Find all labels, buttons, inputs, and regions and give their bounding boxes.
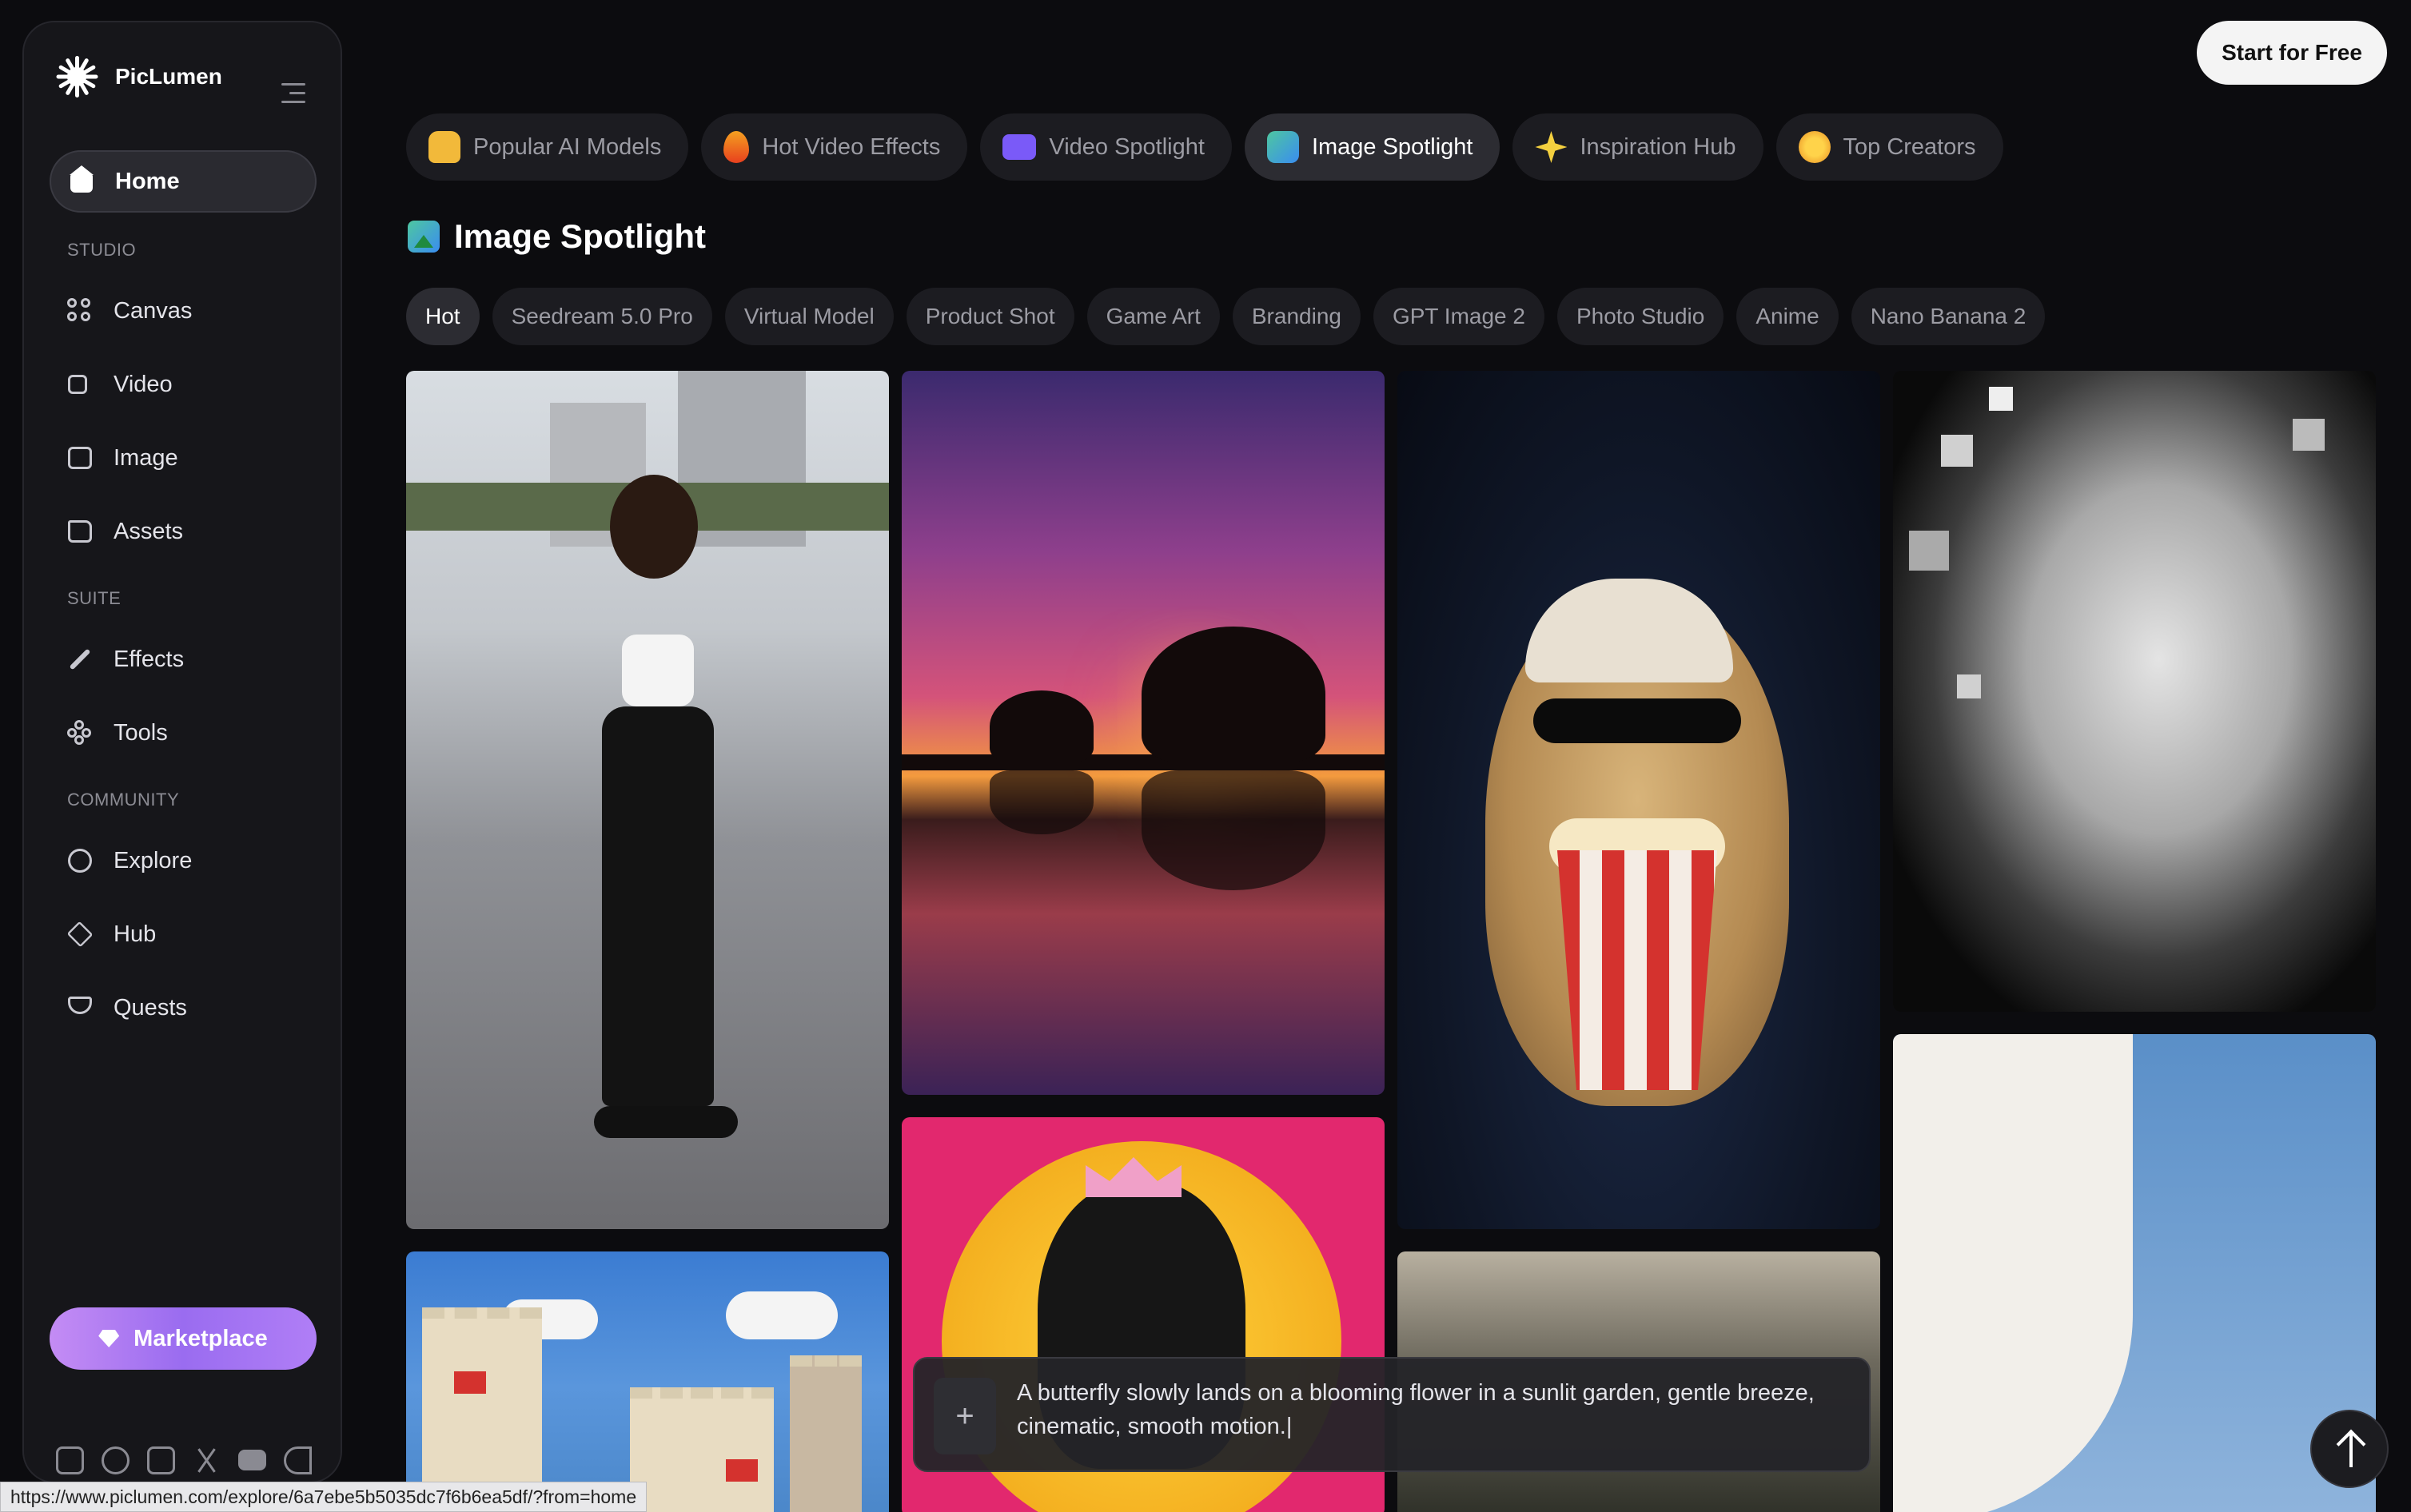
filter-nano-banana-2[interactable]: Nano Banana 2 bbox=[1851, 288, 2046, 345]
app-name: PicLumen bbox=[115, 64, 222, 89]
sidebar-item-home[interactable]: Home bbox=[50, 150, 317, 213]
sidebar-item-label: Video bbox=[114, 371, 173, 397]
x-icon[interactable] bbox=[193, 1446, 221, 1474]
picture-icon bbox=[1266, 131, 1299, 163]
section-label-community: COMMUNITY bbox=[67, 790, 180, 810]
effects-icon bbox=[67, 647, 93, 672]
gallery-image-elephants[interactable] bbox=[902, 371, 1385, 1095]
page-title: Image Spotlight bbox=[454, 217, 706, 255]
sidebar-item-label: Tools bbox=[114, 719, 168, 746]
tab-label: Top Creators bbox=[1843, 133, 1976, 160]
marketplace-label: Marketplace bbox=[134, 1325, 268, 1351]
gallery-image-architecture[interactable] bbox=[1893, 1034, 2376, 1512]
filter-product-shot[interactable]: Product Shot bbox=[906, 288, 1074, 345]
status-bar-url: https://www.piclumen.com/explore/6a7ebe5… bbox=[0, 1482, 648, 1512]
video-icon bbox=[67, 372, 93, 397]
gallery-image-skater[interactable] bbox=[406, 371, 889, 1229]
start-for-free-button[interactable]: Start for Free bbox=[2197, 21, 2387, 85]
prompt-bar: + A butterfly slowly lands on a blooming… bbox=[913, 1357, 1871, 1472]
video-camera-icon bbox=[1002, 134, 1037, 160]
filter-virtual-model[interactable]: Virtual Model bbox=[724, 288, 894, 345]
section-label-suite: SUITE bbox=[67, 588, 122, 608]
piclumen-logo-icon bbox=[54, 54, 99, 99]
sidebar-item-label: Home bbox=[115, 168, 180, 194]
sidebar-item-assets[interactable]: Assets bbox=[50, 500, 317, 563]
image-icon bbox=[67, 445, 93, 471]
picture-icon bbox=[408, 221, 440, 253]
add-attachment-button[interactable]: + bbox=[934, 1378, 996, 1454]
filter-game-art[interactable]: Game Art bbox=[1086, 288, 1220, 345]
scroll-to-top-button[interactable] bbox=[2310, 1410, 2389, 1488]
home-icon bbox=[69, 165, 94, 194]
gallery-image-felt-castle[interactable] bbox=[406, 1251, 889, 1512]
tab-top-creators[interactable]: Top Creators bbox=[1775, 113, 2003, 181]
social-links bbox=[56, 1446, 312, 1474]
sidebar-item-label: Assets bbox=[114, 518, 184, 544]
section-heading: Image Spotlight bbox=[408, 217, 706, 256]
sidebar-item-quests[interactable]: Quests bbox=[50, 977, 317, 1039]
tools-icon bbox=[67, 720, 93, 746]
filter-branding[interactable]: Branding bbox=[1232, 288, 1361, 345]
filter-chips: Hot Seedream 5.0 Pro Virtual Model Produ… bbox=[406, 288, 2046, 345]
sidebar-item-label: Hub bbox=[114, 921, 157, 947]
sidebar-item-canvas[interactable]: Canvas bbox=[50, 280, 317, 342]
gallery-image-popcorn-cat[interactable] bbox=[1397, 371, 1880, 1229]
sidebar-item-image[interactable]: Image bbox=[50, 427, 317, 489]
graduation-cap-icon bbox=[66, 921, 94, 948]
sidebar-item-tools[interactable]: Tools bbox=[50, 702, 317, 764]
marketplace-button[interactable]: Marketplace bbox=[50, 1307, 317, 1370]
sidebar-item-label: Quests bbox=[114, 994, 187, 1021]
discord-icon[interactable] bbox=[56, 1446, 84, 1474]
sidebar-item-label: Explore bbox=[114, 847, 193, 873]
sidebar: PicLumen Home STUDIO Canvas Video Image … bbox=[22, 21, 342, 1483]
tab-label: Image Spotlight bbox=[1311, 133, 1473, 160]
section-label-studio: STUDIO bbox=[67, 240, 137, 260]
diamond-icon bbox=[98, 1330, 120, 1347]
tab-label: Popular AI Models bbox=[473, 133, 662, 160]
sidebar-item-effects[interactable]: Effects bbox=[50, 628, 317, 690]
tab-label: Video Spotlight bbox=[1049, 133, 1205, 160]
logo[interactable]: PicLumen bbox=[54, 54, 222, 99]
sidebar-item-label: Image bbox=[114, 444, 178, 471]
tiktok-icon[interactable] bbox=[284, 1446, 312, 1474]
filter-hot[interactable]: Hot bbox=[406, 288, 480, 345]
sidebar-item-hub[interactable]: Hub bbox=[50, 903, 317, 965]
tab-popular-ai-models[interactable]: Popular AI Models bbox=[406, 113, 689, 181]
filter-anime[interactable]: Anime bbox=[1736, 288, 1839, 345]
tab-label: Hot Video Effects bbox=[762, 133, 941, 160]
tab-image-spotlight[interactable]: Image Spotlight bbox=[1244, 113, 1500, 181]
filter-gpt-image-2[interactable]: GPT Image 2 bbox=[1373, 288, 1544, 345]
youtube-icon[interactable] bbox=[238, 1450, 266, 1470]
canvas-icon bbox=[67, 298, 93, 324]
sparkles-icon bbox=[1535, 131, 1568, 163]
sidebar-item-video[interactable]: Video bbox=[50, 353, 317, 416]
robot-icon bbox=[428, 131, 460, 163]
compass-icon bbox=[67, 848, 93, 873]
tab-inspiration-hub[interactable]: Inspiration Hub bbox=[1512, 113, 1763, 181]
category-tabs: Popular AI Models Hot Video Effects Vide… bbox=[406, 113, 2003, 181]
instagram-icon[interactable] bbox=[147, 1446, 175, 1474]
assets-icon bbox=[67, 519, 93, 544]
trophy-icon bbox=[67, 995, 93, 1021]
collapse-sidebar-icon[interactable] bbox=[281, 83, 305, 104]
medal-icon bbox=[1798, 131, 1831, 163]
gallery-image-pixel-face[interactable] bbox=[1893, 371, 2376, 1012]
tab-video-spotlight[interactable]: Video Spotlight bbox=[980, 113, 1232, 181]
fire-icon bbox=[723, 131, 750, 163]
tab-label: Inspiration Hub bbox=[1580, 133, 1736, 160]
sidebar-item-label: Effects bbox=[114, 646, 185, 672]
tab-hot-video-effects[interactable]: Hot Video Effects bbox=[701, 113, 968, 181]
filter-photo-studio[interactable]: Photo Studio bbox=[1556, 288, 1724, 345]
sidebar-item-explore[interactable]: Explore bbox=[50, 830, 317, 892]
sidebar-item-label: Canvas bbox=[114, 297, 193, 324]
prompt-input[interactable]: A butterfly slowly lands on a blooming f… bbox=[1017, 1376, 1840, 1443]
facebook-icon[interactable] bbox=[102, 1446, 130, 1474]
filter-seedream[interactable]: Seedream 5.0 Pro bbox=[492, 288, 712, 345]
